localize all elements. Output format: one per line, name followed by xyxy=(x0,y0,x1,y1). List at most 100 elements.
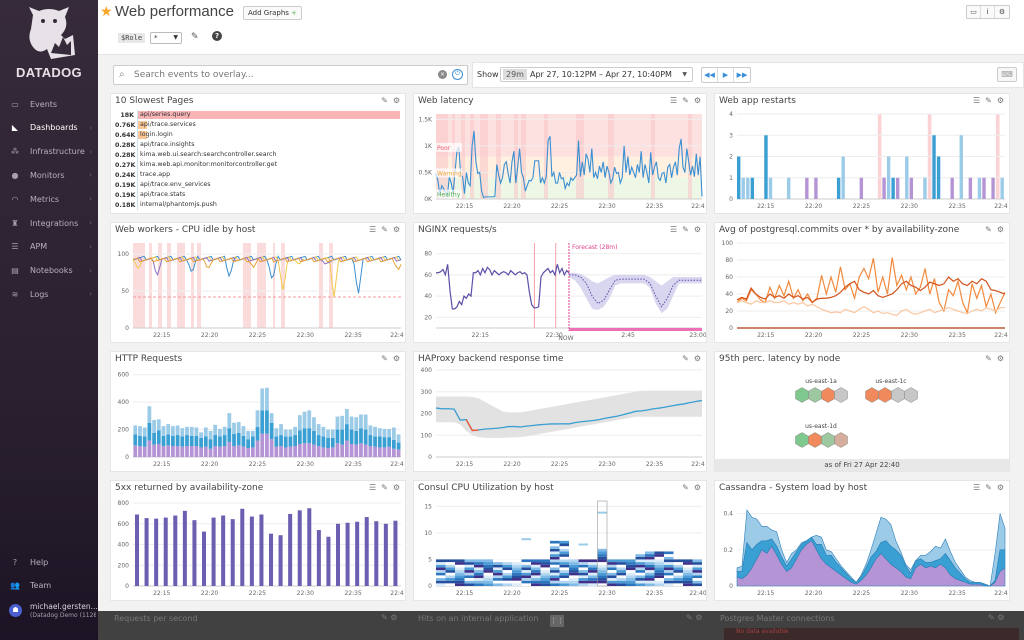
bar-segment[interactable] xyxy=(321,436,326,448)
chart-web-workers[interactable]: 0 50 100 22:15 22:20 22:25 22:30 22:35 22:4 xyxy=(111,237,406,343)
bar-segment[interactable] xyxy=(321,426,326,437)
bar-segment[interactable] xyxy=(293,426,298,436)
bar-segment[interactable] xyxy=(260,388,265,411)
edit-icon[interactable]: ✎ xyxy=(682,354,689,363)
bar[interactable] xyxy=(288,513,293,586)
bar-segment[interactable] xyxy=(265,410,269,434)
host-hexagon[interactable] xyxy=(878,387,892,403)
host-series[interactable] xyxy=(132,255,402,294)
bar-segment[interactable] xyxy=(321,447,326,457)
bar-segment[interactable] xyxy=(330,429,335,438)
bar-segment[interactable] xyxy=(293,446,298,457)
chart-haproxy[interactable]: 0 100 200 300 400 22:15 22:20 22:25 22:30 22:35 22… xyxy=(414,366,707,472)
bar-segment[interactable] xyxy=(373,446,377,457)
bar-segment[interactable] xyxy=(335,443,340,457)
bar[interactable] xyxy=(383,523,388,586)
edit-icon[interactable]: ✎ ⚙ xyxy=(381,613,397,622)
bar-segment[interactable] xyxy=(326,429,330,438)
bar[interactable] xyxy=(891,177,895,199)
bar-segment[interactable] xyxy=(363,429,368,445)
list-item[interactable]: 0.76K api/trace.services xyxy=(115,120,400,130)
list-item[interactable]: 0.27K kima.web.api.monitor:monitorcontrol… xyxy=(115,160,400,170)
host-hexagon[interactable] xyxy=(834,432,848,448)
bar-segment[interactable] xyxy=(156,430,161,444)
bar[interactable] xyxy=(326,536,331,586)
overlay-toggle-icon[interactable]: ⏻ xyxy=(452,69,463,80)
bar-segment[interactable] xyxy=(340,444,345,457)
bar-segment[interactable] xyxy=(203,427,208,437)
widget-postgres-commits[interactable]: Avg of postgresql.commits over * by avai… xyxy=(714,222,1010,343)
bar[interactable] xyxy=(968,177,973,199)
chart-http-requests[interactable]: 0 200 400 600 22:15 22:20 22:25 22:30 22:35 22:4 xyxy=(111,366,406,472)
bar-segment[interactable] xyxy=(166,434,171,446)
bar-segment[interactable] xyxy=(335,416,340,430)
chart-nginx[interactable]: 2040608022:15 22:30 2:45 23:00Forecast (28m… xyxy=(414,237,707,343)
add-graphs-button[interactable]: Add Graphs + xyxy=(243,6,303,20)
bar[interactable] xyxy=(836,177,841,199)
bar[interactable] xyxy=(750,177,755,199)
bar[interactable] xyxy=(936,156,941,200)
bar-segment[interactable] xyxy=(316,435,321,447)
bar-segment[interactable] xyxy=(133,434,138,446)
bar-segment[interactable] xyxy=(152,444,156,457)
bar[interactable] xyxy=(786,177,791,199)
bar-segment[interactable] xyxy=(373,426,377,437)
bar[interactable] xyxy=(355,521,360,586)
bar-segment[interactable] xyxy=(218,428,222,437)
bar-segment[interactable] xyxy=(142,436,147,447)
list-item[interactable]: 0.24K trace.app xyxy=(115,170,400,180)
bar[interactable] xyxy=(163,517,168,586)
bar-segment[interactable] xyxy=(354,444,359,457)
bar[interactable] xyxy=(737,156,741,200)
bar-segment[interactable] xyxy=(354,417,359,431)
host-hexagon[interactable] xyxy=(904,387,918,403)
chart-consul[interactable]: 0 5 10 15 22:15 22:20 22:25 22:30 22:35 22:40 xyxy=(414,495,707,601)
bar-segment[interactable] xyxy=(185,435,189,447)
bar-segment[interactable] xyxy=(297,430,302,444)
bar-segment[interactable] xyxy=(199,447,203,457)
legend-list-icon[interactable]: ☰ xyxy=(670,96,677,105)
bar-segment[interactable] xyxy=(222,435,227,447)
bar-segment[interactable] xyxy=(199,437,203,448)
bar-segment[interactable] xyxy=(359,414,363,429)
bar[interactable] xyxy=(364,517,369,586)
bar-segment[interactable] xyxy=(354,430,359,445)
bar-segment[interactable] xyxy=(391,427,396,440)
gear-icon[interactable]: ⚙ xyxy=(393,354,400,363)
bar-segment[interactable] xyxy=(213,424,218,436)
bar-segment[interactable] xyxy=(316,446,321,457)
edit-icon[interactable]: ✎ ⚙ xyxy=(988,613,1004,622)
bar-segment[interactable] xyxy=(218,446,222,457)
bar-segment[interactable] xyxy=(227,413,232,429)
widget-nginx[interactable]: NGINX requests/s ☰ ✎ ⚙ 20 40 60 80 22:15 22:30 2:4… xyxy=(413,222,707,343)
host-hexagon[interactable] xyxy=(865,387,879,403)
bar-segment[interactable] xyxy=(368,425,373,436)
bar[interactable] xyxy=(211,517,216,586)
bar[interactable] xyxy=(1000,177,1004,199)
edit-icon[interactable]: ✎ xyxy=(381,225,388,234)
tv-mode-button[interactable]: ▭ xyxy=(967,6,981,18)
bar-segment[interactable] xyxy=(307,428,312,444)
bar-segment[interactable] xyxy=(185,426,189,436)
bar-segment[interactable] xyxy=(274,428,279,437)
bar-segment[interactable] xyxy=(288,429,293,437)
bar-segment[interactable] xyxy=(208,439,213,449)
template-variable-select[interactable]: * ▼ xyxy=(150,32,182,44)
bar-segment[interactable] xyxy=(189,446,194,457)
bar-segment[interactable] xyxy=(180,428,185,437)
bar[interactable] xyxy=(805,177,809,199)
chart-latency-node[interactable]: us-east-1a us-east-1c us-east-1d xyxy=(715,366,1010,461)
chart-web-latency[interactable]: 0K 0.5K 1K 1.5K 22:15 22:20 22:25 22:30 22:35 22:… xyxy=(414,108,707,214)
bar-segment[interactable] xyxy=(236,445,241,457)
bar-segment[interactable] xyxy=(222,446,227,457)
bar-segment[interactable] xyxy=(344,409,349,425)
bar-segment[interactable] xyxy=(227,428,232,442)
widget-haproxy[interactable]: HAProxy backend response time ✎ ⚙ 0 100 200 30… xyxy=(413,351,707,472)
bar-segment[interactable] xyxy=(232,446,236,457)
bar-segment[interactable] xyxy=(302,411,307,429)
bar[interactable] xyxy=(230,519,235,586)
legend-list-icon[interactable]: ☰ xyxy=(973,96,980,105)
bar-segment[interactable] xyxy=(241,426,246,436)
bar-segment[interactable] xyxy=(199,432,203,438)
bar-segment[interactable] xyxy=(246,448,251,457)
